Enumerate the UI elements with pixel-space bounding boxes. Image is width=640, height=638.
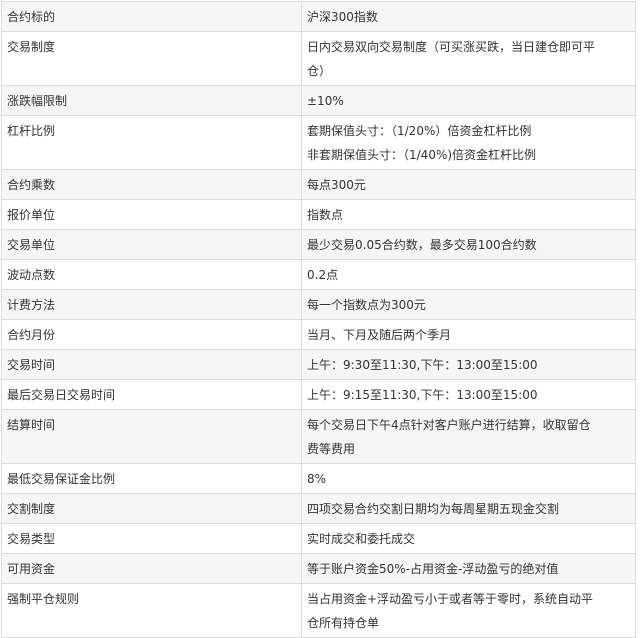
spec-label: 涨跌幅限制 bbox=[1, 85, 302, 116]
contract-spec-body: 合约标的 沪深300指数 交易制度 日内交易双向交易制度（可买涨买跌，当日建仓即可平仓… bbox=[1, 1, 636, 638]
table-row: 最后交易日交易时间 上午：9:15至11:30,下午：13:00至15:00 bbox=[1, 379, 636, 410]
table-row: 合约乘数 每点300元 bbox=[1, 169, 636, 200]
spec-label: 交易时间 bbox=[1, 349, 302, 380]
spec-value: 最少交易0.05合约数，最多交易100合约数 bbox=[301, 229, 636, 260]
spec-label: 合约月份 bbox=[1, 319, 302, 350]
spec-value-line: 0.2点 bbox=[307, 268, 339, 282]
spec-value-line: 8% bbox=[307, 472, 327, 486]
spec-value-line: 仓） bbox=[307, 64, 332, 78]
spec-value: 套期保值头寸：（1/20%）倍资金杠杆比例 非套期保值头寸：（1/40%)倍资金杠… bbox=[301, 115, 636, 170]
table-row: 交易制度 日内交易双向交易制度（可买涨买跌，当日建仓即可平 仓） bbox=[1, 31, 636, 86]
table-row: 结算时间 每个交易日下午4点针对客户账户进行结算，收取留仓 费等费用 bbox=[1, 409, 636, 464]
spec-value: 上午：9:30至11:30,下午：13:00至15:00 bbox=[301, 349, 636, 380]
spec-label: 合约标的 bbox=[1, 1, 302, 32]
spec-value: ±10% bbox=[301, 85, 636, 116]
spec-value-line: 日内交易双向交易制度（可买涨买跌，当日建仓即可平 bbox=[307, 40, 596, 54]
spec-label: 结算时间 bbox=[1, 409, 302, 464]
spec-value-line: 仓所有持仓单 bbox=[307, 616, 380, 630]
spec-value: 当月、下月及随后两个季月 bbox=[301, 319, 636, 350]
spec-value: 指数点 bbox=[301, 199, 636, 230]
spec-label: 报价单位 bbox=[1, 199, 302, 230]
spec-label: 最低交易保证金比例 bbox=[1, 463, 302, 494]
table-row: 交割制度 四项交易合约交割日期均为每周星期五现金交割 bbox=[1, 493, 636, 524]
spec-value-line: 套期保值头寸：（1/20%）倍资金杠杆比例 bbox=[307, 124, 532, 138]
spec-value-line: 非套期保值头寸：（1/40%)倍资金杠杆比例 bbox=[307, 148, 537, 162]
spec-value-line: 每个交易日下午4点针对客户账户进行结算，收取留仓 bbox=[307, 418, 591, 432]
spec-label: 交易制度 bbox=[1, 31, 302, 86]
spec-value-line: ±10% bbox=[307, 94, 344, 108]
table-row: 交易时间 上午：9:30至11:30,下午：13:00至15:00 bbox=[1, 349, 636, 380]
spec-value-line: 费等费用 bbox=[307, 442, 356, 456]
table-row: 交易类型 实时成交和委托成交 bbox=[1, 523, 636, 554]
spec-value: 0.2点 bbox=[301, 259, 636, 290]
spec-value: 每点300元 bbox=[301, 169, 636, 200]
spec-value-line: 最少交易0.05合约数，最多交易100合约数 bbox=[307, 238, 537, 252]
table-row: 合约月份 当月、下月及随后两个季月 bbox=[1, 319, 636, 350]
spec-value: 沪深300指数 bbox=[301, 1, 636, 32]
spec-value-line: 每一个指数点为300元 bbox=[307, 298, 426, 312]
spec-value: 实时成交和委托成交 bbox=[301, 523, 636, 554]
spec-value-line: 等于账户资金50%-占用资金-浮动盈亏的绝对值 bbox=[307, 562, 559, 576]
spec-value-line: 四项交易合约交割日期均为每周星期五现金交割 bbox=[307, 502, 560, 516]
table-row: 最低交易保证金比例 8% bbox=[1, 463, 636, 494]
contract-spec-table: 合约标的 沪深300指数 交易制度 日内交易双向交易制度（可买涨买跌，当日建仓即可平仓… bbox=[1, 1, 636, 638]
spec-label: 可用资金 bbox=[1, 553, 302, 584]
spec-label: 交割制度 bbox=[1, 493, 302, 524]
spec-value-line: 当占用资金+浮动盈亏小于或者等于零时，系统自动平 bbox=[307, 592, 594, 606]
table-row: 报价单位 指数点 bbox=[1, 199, 636, 230]
spec-value-line: 上午：9:30至11:30,下午：13:00至15:00 bbox=[307, 358, 538, 372]
spec-value-line: 每点300元 bbox=[307, 178, 366, 192]
spec-label: 杠杆比例 bbox=[1, 115, 302, 170]
spec-label: 强制平仓规则 bbox=[1, 583, 302, 638]
table-row: 交易单位 最少交易0.05合约数，最多交易100合约数 bbox=[1, 229, 636, 260]
spec-value-line: 上午：9:15至11:30,下午：13:00至15:00 bbox=[307, 388, 538, 402]
table-row: 计费方法 每一个指数点为300元 bbox=[1, 289, 636, 320]
spec-value: 四项交易合约交割日期均为每周星期五现金交割 bbox=[301, 493, 636, 524]
spec-value: 8% bbox=[301, 463, 636, 494]
table-row: 可用资金 等于账户资金50%-占用资金-浮动盈亏的绝对值 bbox=[1, 553, 636, 584]
table-row: 涨跌幅限制 ±10% bbox=[1, 85, 636, 116]
spec-label: 合约乘数 bbox=[1, 169, 302, 200]
table-row: 强制平仓规则 当占用资金+浮动盈亏小于或者等于零时，系统自动平 仓所有持仓单 bbox=[1, 583, 636, 638]
spec-value: 日内交易双向交易制度（可买涨买跌，当日建仓即可平 仓） bbox=[301, 31, 636, 86]
spec-value: 每个交易日下午4点针对客户账户进行结算，收取留仓 费等费用 bbox=[301, 409, 636, 464]
spec-value-line: 当月、下月及随后两个季月 bbox=[307, 328, 452, 342]
table-row: 杠杆比例 套期保值头寸：（1/20%）倍资金杠杆比例 非套期保值头寸：（1/40%)… bbox=[1, 115, 636, 170]
spec-label: 波动点数 bbox=[1, 259, 302, 290]
table-row: 合约标的 沪深300指数 bbox=[1, 1, 636, 32]
table-row: 波动点数 0.2点 bbox=[1, 259, 636, 290]
spec-value: 等于账户资金50%-占用资金-浮动盈亏的绝对值 bbox=[301, 553, 636, 584]
spec-label: 交易单位 bbox=[1, 229, 302, 260]
spec-value-line: 指数点 bbox=[307, 208, 344, 222]
spec-value: 当占用资金+浮动盈亏小于或者等于零时，系统自动平 仓所有持仓单 bbox=[301, 583, 636, 638]
spec-value: 每一个指数点为300元 bbox=[301, 289, 636, 320]
spec-label: 最后交易日交易时间 bbox=[1, 379, 302, 410]
spec-value-line: 实时成交和委托成交 bbox=[307, 532, 416, 546]
spec-label: 计费方法 bbox=[1, 289, 302, 320]
spec-label: 交易类型 bbox=[1, 523, 302, 554]
spec-value: 上午：9:15至11:30,下午：13:00至15:00 bbox=[301, 379, 636, 410]
spec-value-line: 沪深300指数 bbox=[307, 10, 378, 24]
